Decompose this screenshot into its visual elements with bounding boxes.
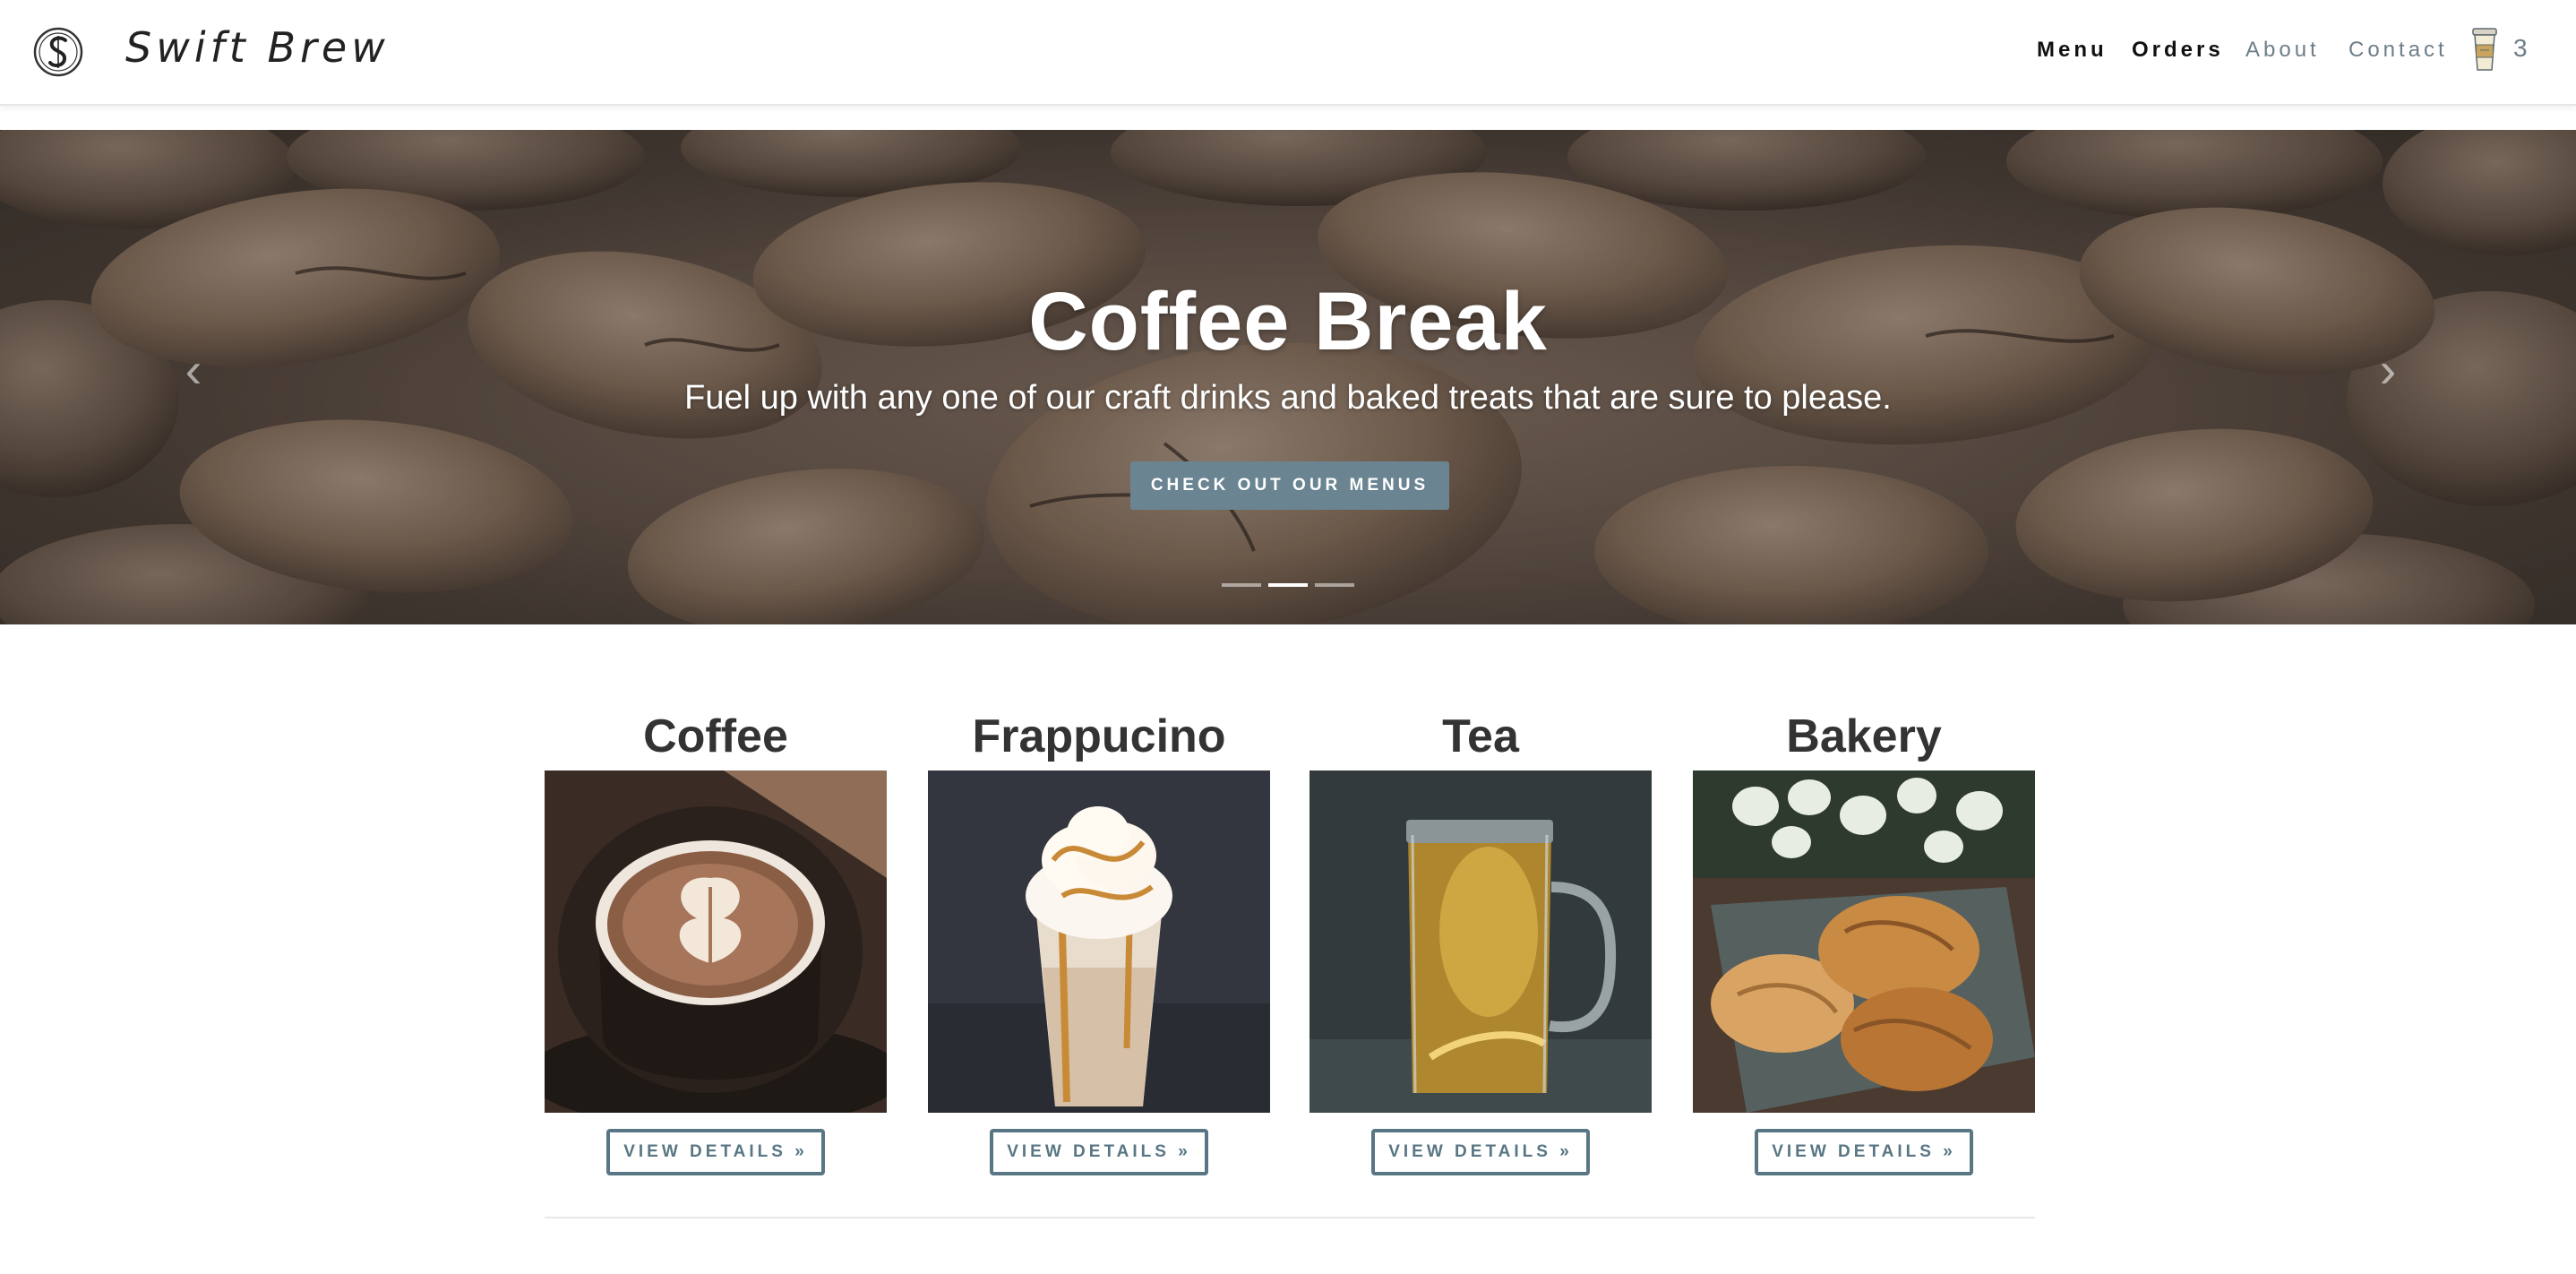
nav-contact[interactable]: Contact [2348,38,2448,63]
frappucino-image[interactable] [928,770,1270,1113]
cart-count-badge[interactable]: 3 [2513,34,2528,63]
hero-overlay [0,130,2576,624]
hero-title: Coffee Break [1028,276,1548,367]
category-card-bakery: Bakery VIEW DETAILS » [1693,704,2035,1175]
coffee-latte-art-image[interactable] [545,770,887,1113]
view-details-tea-button[interactable]: VIEW DETAILS » [1371,1129,1590,1175]
carousel-indicators [1222,583,1356,590]
site-header: Swift Brew Menu Orders About Contact 3 [0,0,2576,106]
nav-menu[interactable]: Menu [2037,38,2108,63]
category-card-coffee: Coffee VIEW DETAILS » [545,704,887,1175]
nav-about[interactable]: About [2245,38,2320,63]
category-title: Coffee [643,710,788,762]
iced-tea-image[interactable] [1309,770,1652,1113]
section-divider [545,1217,2035,1218]
check-out-menus-button[interactable]: CHECK OUT OUR MENUS [1130,461,1449,510]
coffee-cup-cart-icon[interactable] [2469,25,2501,73]
view-details-bakery-button[interactable]: VIEW DETAILS » [1755,1129,1973,1175]
category-title: Frappucino [972,710,1226,762]
category-card-tea: Tea VIEW DETAILS » [1309,704,1652,1175]
nav-orders[interactable]: Orders [2132,38,2224,63]
carousel-indicator-2[interactable] [1268,583,1308,587]
hero-carousel: ‹ › Coffee Break Fuel up with any one of… [0,130,2576,624]
category-title: Bakery [1786,710,1942,762]
view-details-coffee-button[interactable]: VIEW DETAILS » [606,1129,825,1175]
category-card-frappucino: Frappucino VIEW DETAILS » [928,704,1270,1175]
logo-icon[interactable] [32,25,84,79]
carousel-indicator-3[interactable] [1315,583,1354,587]
croissants-image[interactable] [1693,770,2035,1113]
view-details-frappucino-button[interactable]: VIEW DETAILS » [990,1129,1208,1175]
brand-name[interactable]: Swift Brew [125,23,390,72]
carousel-indicator-1[interactable] [1222,583,1261,587]
category-title: Tea [1442,710,1519,762]
hero-subtitle: Fuel up with any one of our craft drinks… [684,379,1892,417]
